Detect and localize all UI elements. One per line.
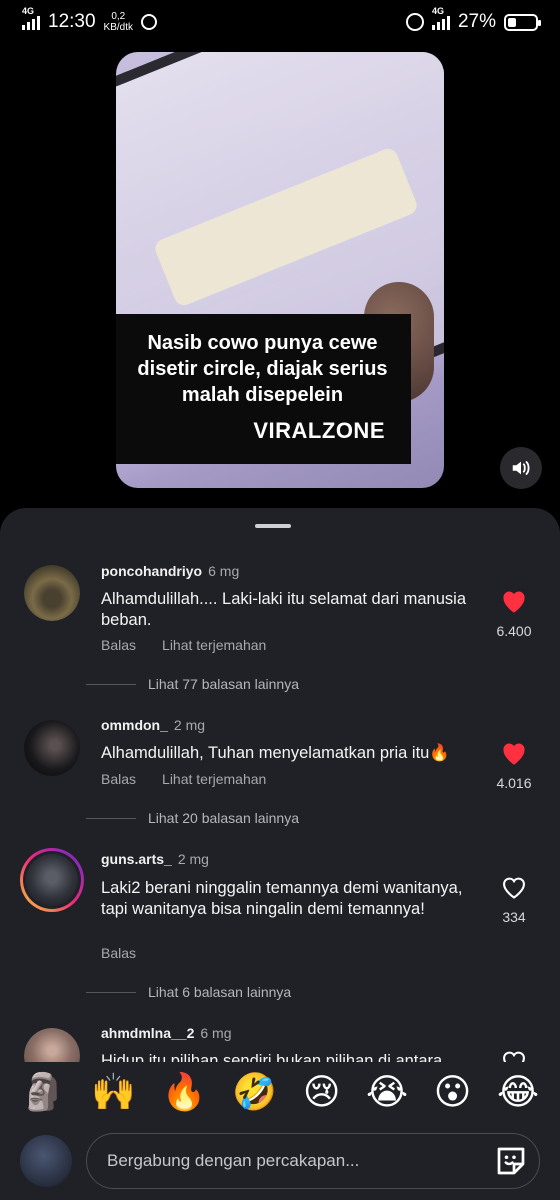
like-button[interactable]: 6.400	[492, 588, 536, 639]
battery-percent: 27%	[457, 11, 496, 32]
view-more-replies[interactable]: Lihat 20 balasan lainnya	[86, 810, 299, 826]
video-brand: VIRALZONE	[253, 418, 385, 443]
clock: 12:30	[48, 11, 96, 32]
comment-time: 6 mg	[200, 1025, 232, 1041]
comment-input-placeholder[interactable]: Bergabung dengan percakapan...	[107, 1151, 493, 1171]
comment-text: Laki2 berani ninggalin temannya demi wan…	[101, 879, 463, 918]
like-count: 6.400	[496, 623, 532, 639]
comment-username[interactable]: ahmdmlna__2 6 mg	[101, 1025, 232, 1041]
heart-filled-icon	[503, 743, 525, 765]
battery-icon	[504, 13, 541, 31]
signal-icon: 4G	[22, 6, 40, 30]
see-translation-button[interactable]: Lihat terjemahan	[162, 771, 266, 787]
mute-button[interactable]	[500, 447, 542, 489]
comment-username[interactable]: ommdon_ 2 mg	[101, 717, 205, 733]
avatar[interactable]	[24, 565, 80, 621]
emoji-moai-button[interactable]: 🗿	[21, 1072, 66, 1112]
view-more-replies[interactable]: Lihat 6 balasan lainnya	[86, 984, 291, 1000]
comment-username[interactable]: guns.arts_ 2 mg	[101, 851, 209, 867]
sticker-icon[interactable]	[493, 1143, 529, 1179]
my-avatar[interactable]	[20, 1135, 72, 1187]
signal-icon-2: 4G	[431, 6, 450, 30]
comment-username[interactable]: poncohandriyo 6 mg	[101, 563, 239, 579]
whatsapp-notification-icon	[141, 14, 158, 30]
avatar-with-story-ring[interactable]	[20, 848, 84, 912]
comment-time: 2 mg	[173, 717, 206, 733]
sheet-drag-handle[interactable]	[255, 524, 291, 528]
speaker-icon	[512, 461, 530, 475]
emoji-fire-button[interactable]: 🔥	[162, 1072, 207, 1112]
comment-time: 2 mg	[177, 851, 209, 867]
status-bar: 4G 12:30 0,2 KB/dtk 4G 27%	[0, 0, 560, 44]
heart-outline-icon	[503, 877, 525, 899]
reply-button[interactable]: Balas	[101, 945, 136, 961]
emoji-surprised-button[interactable]: 😮	[434, 1072, 472, 1112]
comment-composer: Bergabung dengan percakapan...	[0, 1122, 560, 1200]
comment-text: Alhamdulillah.... Laki-laki itu selamat …	[101, 590, 466, 629]
reply-button[interactable]: Balas	[101, 637, 136, 653]
alarm-icon	[405, 13, 424, 31]
like-count: 334	[502, 909, 526, 925]
avatar[interactable]	[24, 720, 80, 776]
like-button[interactable]: 334	[492, 874, 536, 925]
heart-filled-icon	[503, 591, 525, 613]
like-count: 4.016	[496, 775, 532, 791]
emoji-raised-hands-button[interactable]: 🙌	[91, 1072, 136, 1112]
video-caption-box: Nasib cowo punya cewe disetir circle, di…	[116, 314, 411, 464]
comment-input[interactable]: Bergabung dengan percakapan...	[86, 1133, 540, 1189]
emoji-crying-button[interactable]: 😭	[366, 1072, 408, 1112]
emoji-reaction-bar: 🗿 🙌 🔥 🤣 😢 😭 😮 😂	[0, 1062, 560, 1122]
emoji-rofl-button[interactable]: 🤣	[232, 1072, 277, 1112]
emoji-sad-button[interactable]: 😢	[303, 1072, 341, 1112]
like-button[interactable]: 4.016	[492, 740, 536, 791]
see-translation-button[interactable]: Lihat terjemahan	[162, 637, 266, 653]
emoji-joy-button[interactable]: 😂	[497, 1072, 539, 1112]
reply-button[interactable]: Balas	[101, 771, 136, 787]
net-speed: 0,2 KB/dtk	[103, 11, 134, 33]
view-more-replies[interactable]: Lihat 77 balasan lainnya	[86, 676, 299, 692]
comment-text: Alhamdulillah, Tuhan menyelamatkan pria …	[101, 744, 450, 762]
comment-time: 6 mg	[208, 563, 240, 579]
video-caption: Nasib cowo punya cewe disetir circle, di…	[137, 332, 388, 406]
